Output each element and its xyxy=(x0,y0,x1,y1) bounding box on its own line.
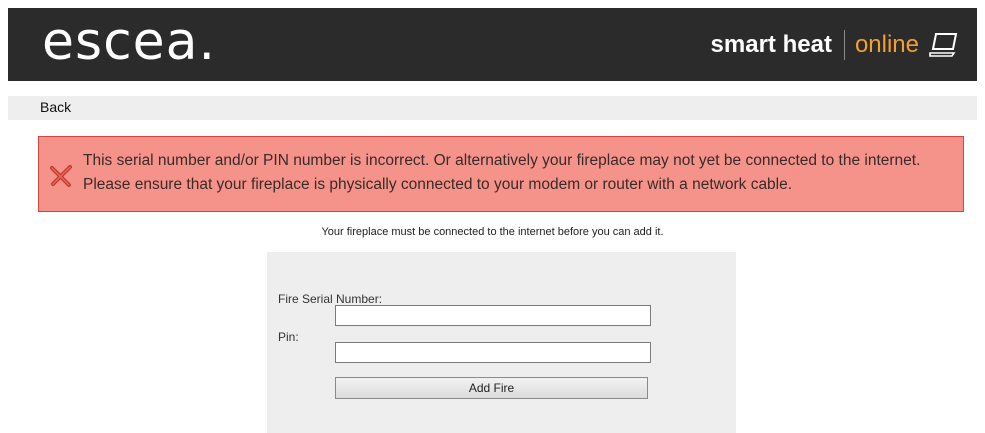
tagline-online: online xyxy=(854,31,919,58)
tagline-smart-heat: smart heat xyxy=(710,31,832,58)
connection-notice: Your fireplace must be connected to the … xyxy=(321,226,664,238)
escea-logo: escea. xyxy=(42,12,217,72)
add-fire-button[interactable]: Add Fire xyxy=(335,377,648,399)
serial-number-input[interactable] xyxy=(335,305,651,326)
error-text: This serial number and/or PIN number is … xyxy=(83,152,921,193)
error-x-icon xyxy=(49,163,73,187)
laptop-icon xyxy=(929,32,959,58)
pin-input[interactable] xyxy=(335,342,651,363)
tagline-divider xyxy=(843,30,845,60)
pin-label: Pin: xyxy=(278,330,299,344)
tagline: smart heat online xyxy=(711,30,959,60)
site-header: escea. smart heat online xyxy=(8,8,977,81)
add-fire-form: Fire Serial Number: Pin: Add Fire xyxy=(267,252,736,433)
back-link[interactable]: Back xyxy=(40,99,71,115)
error-message-box: This serial number and/or PIN number is … xyxy=(38,136,964,212)
nav-bar: Back xyxy=(8,96,977,120)
serial-number-label: Fire Serial Number: xyxy=(278,292,383,306)
